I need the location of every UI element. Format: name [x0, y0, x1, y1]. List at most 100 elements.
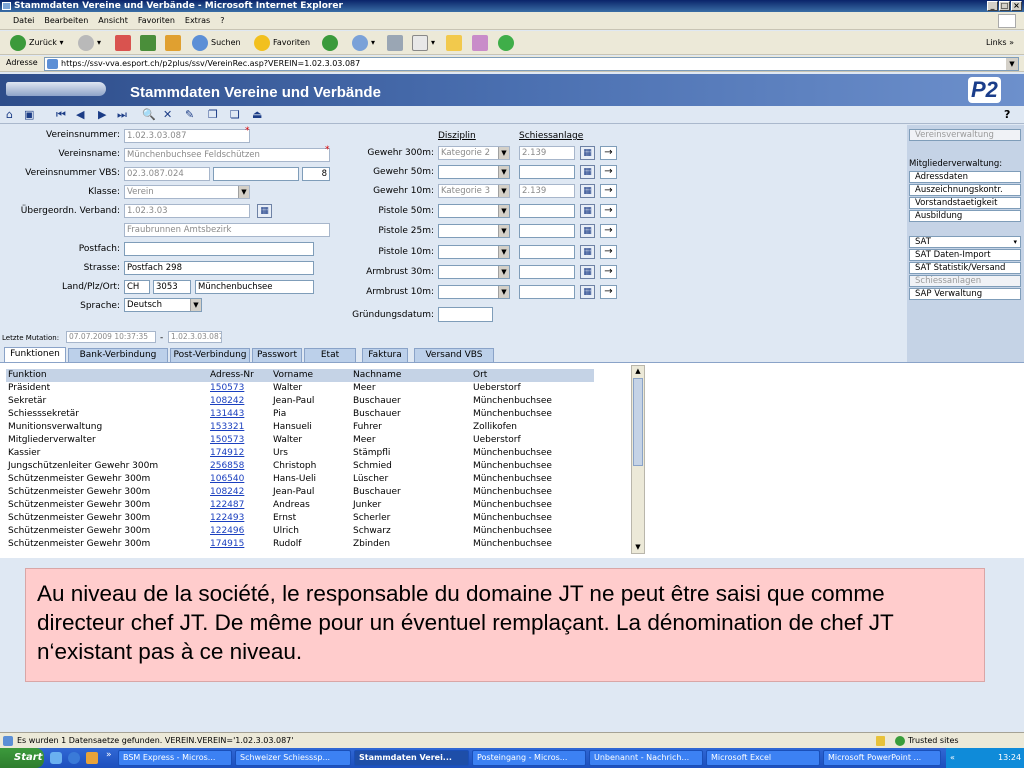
adress-nr-link[interactable]: 153321: [210, 421, 244, 434]
lookup-icon[interactable]: ▦: [580, 245, 595, 259]
stop-button[interactable]: [115, 34, 134, 52]
table-row[interactable]: Munitionsverwaltung 153321 Hansueli Fuhrer Z…: [6, 421, 594, 434]
adressdaten-button[interactable]: Adressdaten: [909, 171, 1021, 183]
plz-field[interactable]: 3053: [153, 280, 191, 294]
delete-icon[interactable]: ✕: [163, 109, 172, 121]
schiessanlage-field[interactable]: [519, 165, 575, 179]
menu-bearbeiten[interactable]: Bearbeiten: [39, 12, 93, 30]
close-button[interactable]: ×: [1011, 1, 1022, 11]
task-bsm-express[interactable]: BSM Express - Micros...: [118, 750, 232, 766]
schiessanlage-field[interactable]: 2.139: [519, 184, 575, 198]
menu-extras[interactable]: Extras: [180, 12, 215, 30]
menu-datei[interactable]: Datei: [8, 12, 39, 30]
schiessanlage-field[interactable]: [519, 285, 575, 299]
show-desktop-icon[interactable]: [50, 752, 62, 764]
home-button[interactable]: [165, 34, 184, 52]
vbs-field[interactable]: 02.3.087.024: [124, 167, 210, 181]
paste-icon[interactable]: ❏: [230, 109, 240, 121]
tab-versand-vbs[interactable]: Versand VBS: [414, 348, 494, 362]
scroll-down-icon[interactable]: ▼: [632, 542, 644, 553]
schiessanlage-field[interactable]: [519, 224, 575, 238]
edit-record-icon[interactable]: ✎: [185, 109, 194, 121]
adress-nr-link[interactable]: 150573: [210, 382, 244, 395]
vorstandstaetigkeit-button[interactable]: Vorstandstaetigkeit: [909, 197, 1021, 209]
kategorie-select[interactable]: Kategorie 3 ▼: [438, 184, 510, 198]
lookup-button[interactable]: ▦: [257, 204, 272, 218]
arrow-right-icon[interactable]: →: [600, 265, 617, 279]
scroll-up-icon[interactable]: ▲: [632, 366, 644, 377]
arrow-right-icon[interactable]: →: [600, 245, 617, 259]
start-button[interactable]: Start: [0, 748, 44, 768]
lookup-icon[interactable]: ▦: [580, 146, 595, 160]
folder-button[interactable]: [446, 34, 465, 52]
search-button[interactable]: Suchen: [192, 34, 241, 52]
tab-bank-verbindung[interactable]: Bank-Verbindung: [68, 348, 168, 362]
lookup-icon[interactable]: ▦: [580, 224, 595, 238]
arrow-right-icon[interactable]: →: [600, 224, 617, 238]
new-record-icon[interactable]: ▣: [24, 109, 34, 121]
vbs-field-2[interactable]: [213, 167, 299, 181]
task-excel[interactable]: Microsoft Excel: [706, 750, 820, 766]
adress-nr-link[interactable]: 150573: [210, 434, 244, 447]
vereinsverwaltung-button[interactable]: Vereinsverwaltung: [909, 129, 1021, 141]
table-row[interactable]: Schützenmeister Gewehr 300m 122487 Andreas…: [6, 499, 594, 512]
lookup-icon[interactable]: ▦: [580, 204, 595, 218]
lookup-icon[interactable]: ▦: [580, 285, 595, 299]
vbs-field-3[interactable]: 8: [302, 167, 330, 181]
table-row[interactable]: Sekretär 108242 Jean-Paul Buschauer Münchenb…: [6, 395, 594, 408]
maximize-button[interactable]: □: [999, 1, 1010, 11]
tab-passwort[interactable]: Passwort: [252, 348, 302, 362]
table-scrollbar[interactable]: ▲ ▼: [631, 365, 645, 554]
address-dropdown-icon[interactable]: ▼: [1006, 58, 1018, 70]
adress-nr-link[interactable]: 131443: [210, 408, 244, 421]
kategorie-select[interactable]: ▼: [438, 245, 510, 259]
table-row[interactable]: Präsident 150573 Walter Meer Ueberstorf: [6, 382, 594, 395]
adress-nr-link[interactable]: 108242: [210, 486, 244, 499]
ausbildung-button[interactable]: Ausbildung: [909, 210, 1021, 222]
kategorie-select[interactable]: ▼: [438, 265, 510, 279]
research-button[interactable]: [472, 34, 491, 52]
scroll-thumb[interactable]: [633, 378, 643, 466]
ie-quicklaunch-icon[interactable]: [68, 752, 80, 764]
tab-faktura[interactable]: Faktura: [362, 348, 408, 362]
mutation-date-field[interactable]: 07.07.2009 10:37:35: [66, 331, 156, 343]
arrow-right-icon[interactable]: →: [600, 165, 617, 179]
schiessanlage-field[interactable]: [519, 204, 575, 218]
task-stammdaten[interactable]: Stammdaten Verei...: [354, 750, 469, 766]
last-record-icon[interactable]: ⏭: [117, 109, 127, 121]
back-button[interactable]: Zurück ▾: [10, 34, 64, 52]
kategorie-select[interactable]: ▼: [438, 165, 510, 179]
help-icon[interactable]: ?: [1004, 109, 1010, 121]
upload-icon[interactable]: ⏏: [252, 109, 262, 121]
schiessanlagen-button[interactable]: Schiessanlagen: [909, 275, 1021, 287]
schiessanlage-field[interactable]: 2.139: [519, 146, 575, 160]
task-powerpoint[interactable]: Microsoft PowerPoint ...: [823, 750, 941, 766]
kategorie-select[interactable]: ▼: [438, 285, 510, 299]
table-row[interactable]: Schützenmeister Gewehr 300m 122493 Ernst Sc…: [6, 512, 594, 525]
lookup-icon[interactable]: ▦: [580, 165, 595, 179]
tab-funktionen[interactable]: Funktionen: [4, 347, 66, 362]
menu-ansicht[interactable]: Ansicht: [93, 12, 133, 30]
verband-name-field[interactable]: Fraubrunnen Amtsbezirk: [124, 223, 330, 237]
adress-nr-link[interactable]: 122496: [210, 525, 244, 538]
adress-nr-link[interactable]: 106540: [210, 473, 244, 486]
adress-nr-link[interactable]: 108242: [210, 395, 244, 408]
app-quicklaunch-icon[interactable]: [86, 752, 98, 764]
adress-nr-link[interactable]: 256858: [210, 460, 244, 473]
adress-nr-link[interactable]: 174915: [210, 538, 244, 551]
menu-favoriten[interactable]: Favoriten: [133, 12, 180, 30]
tab-etat[interactable]: Etat: [304, 348, 356, 362]
home-icon[interactable]: ⌂: [6, 109, 13, 121]
table-row[interactable]: Schützenmeister Gewehr 300m 108242 Jean-Pa…: [6, 486, 594, 499]
schiessanlage-field[interactable]: [519, 265, 575, 279]
menu-help[interactable]: ?: [215, 12, 229, 30]
postfach-field[interactable]: [124, 242, 314, 256]
arrow-right-icon[interactable]: →: [600, 285, 617, 299]
kategorie-select[interactable]: Kategorie 2 ▼: [438, 146, 510, 160]
sat-daten-import-button[interactable]: SAT Daten-Import: [909, 249, 1021, 261]
gruendung-field[interactable]: [438, 307, 493, 322]
sat-statistik-button[interactable]: SAT Statistik/Versand: [909, 262, 1021, 274]
table-row[interactable]: Schiesssekretär 131443 Pia Buschauer München…: [6, 408, 594, 421]
copy-icon[interactable]: ❐: [208, 109, 218, 121]
arrow-right-icon[interactable]: →: [600, 146, 617, 160]
